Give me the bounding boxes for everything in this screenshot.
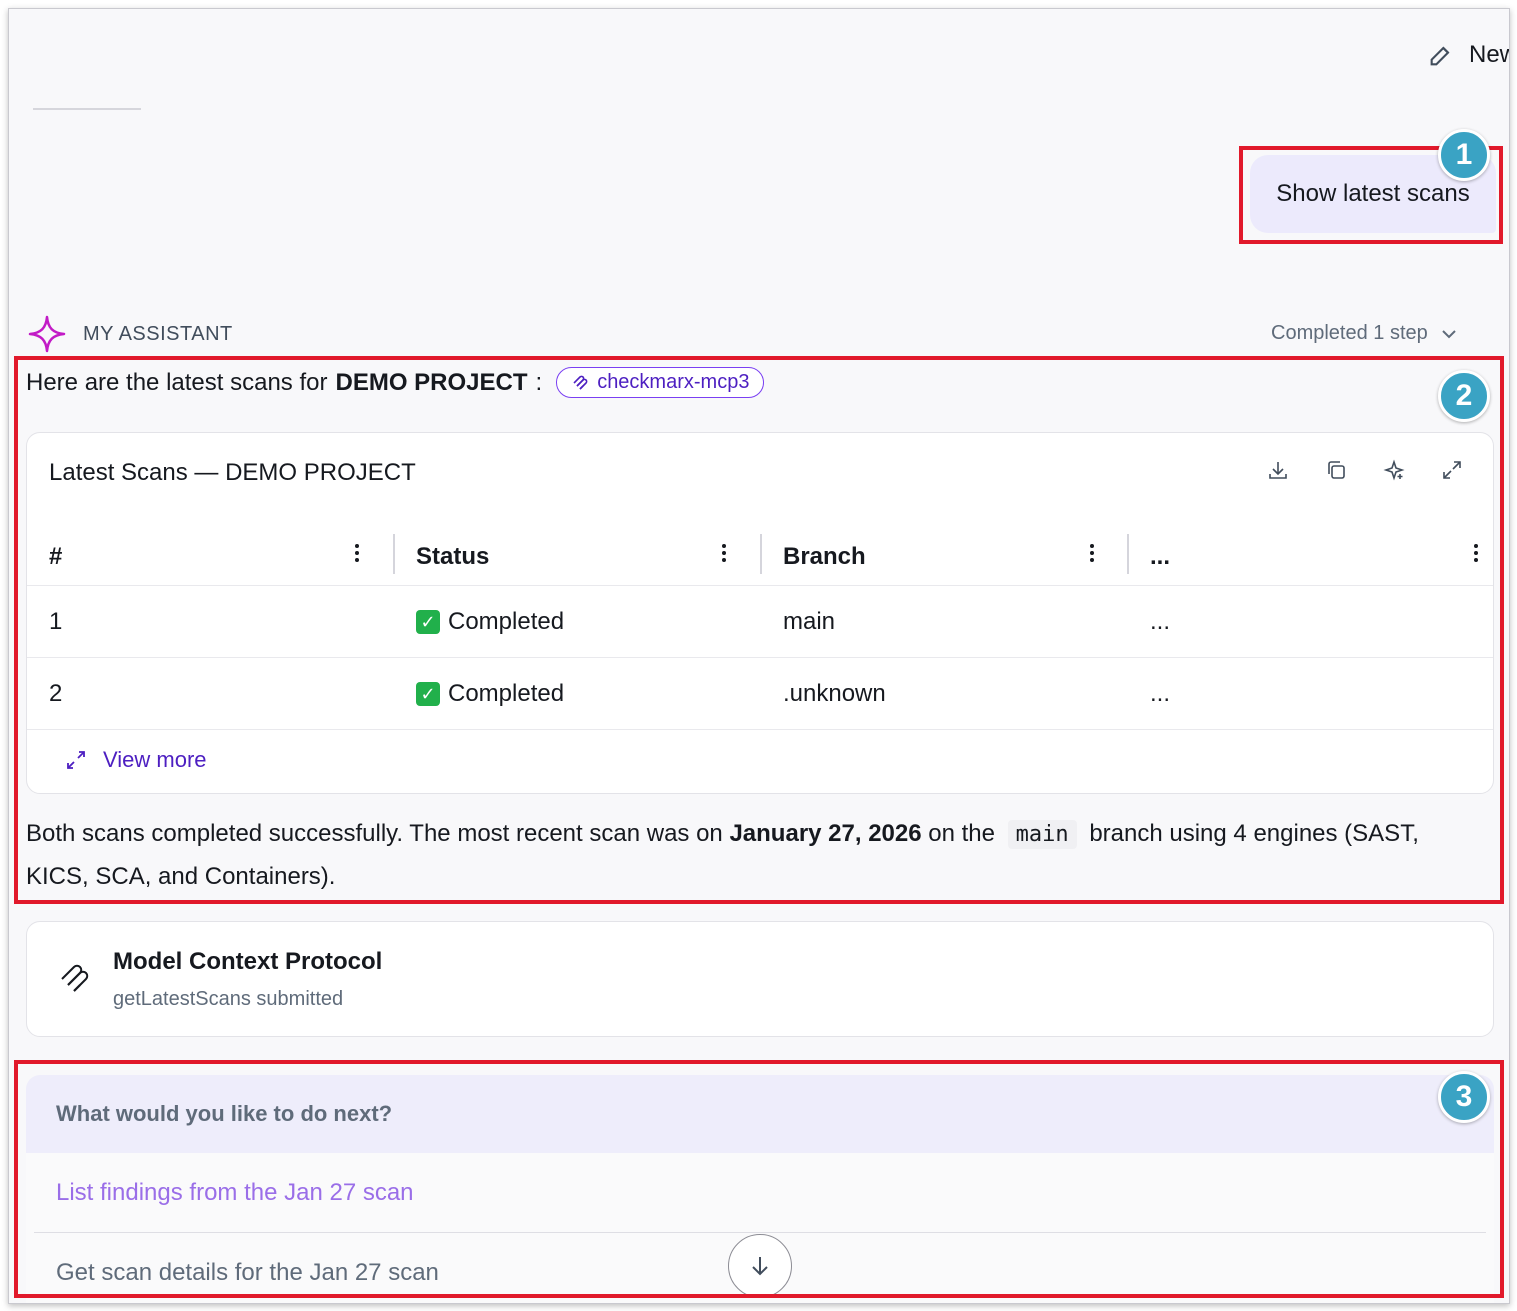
assistant-label: MY ASSISTANT xyxy=(83,322,233,345)
mcp-icon xyxy=(61,964,89,992)
mcp-subtitle: getLatestScans submitted xyxy=(113,988,344,1010)
step-badge-2: 2 xyxy=(1438,370,1490,422)
mcp-title: Model Context Protocol xyxy=(113,948,383,975)
mcp-tool-card[interactable]: Model Context Protocol getLatestScans su… xyxy=(26,921,1494,1037)
step-badge-3: 3 xyxy=(1438,1071,1490,1123)
sparkle-icon xyxy=(28,315,66,353)
highlight-box-2 xyxy=(14,356,1504,904)
steps-toggle[interactable]: Completed 1 step xyxy=(1271,322,1458,345)
new-chat-button[interactable]: New xyxy=(1427,41,1509,69)
edit-icon xyxy=(1430,46,1450,66)
step-badge-1: 1 xyxy=(1438,129,1490,181)
new-chat-label: New xyxy=(1469,41,1509,68)
chevron-down-icon xyxy=(1442,329,1456,338)
divider xyxy=(33,108,141,110)
steps-status: Completed 1 step xyxy=(1271,322,1428,344)
assistant-header: MY ASSISTANT xyxy=(27,314,233,354)
highlight-box-3 xyxy=(14,1060,1504,1298)
